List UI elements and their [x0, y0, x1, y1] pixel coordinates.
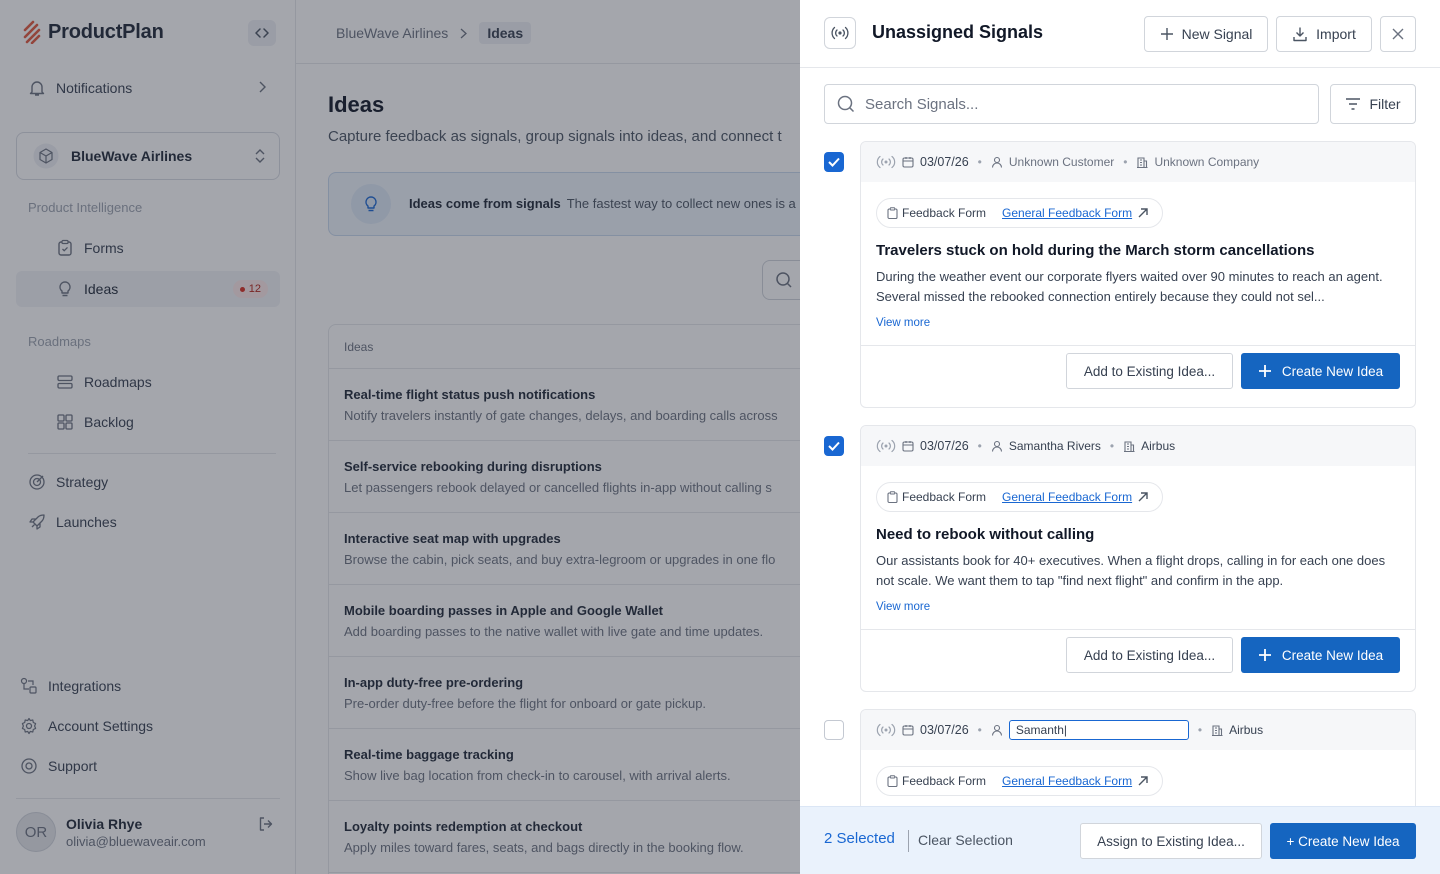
source-pill: Feedback Form General Feedback Form: [876, 482, 1164, 512]
source-link[interactable]: General Feedback Form: [1002, 774, 1132, 788]
signal-checkbox[interactable]: [824, 152, 844, 172]
filter-button[interactable]: Filter: [1330, 84, 1416, 124]
bulk-create-new-idea-button[interactable]: + Create New Idea: [1270, 823, 1416, 859]
drawer-title: Unassigned Signals: [872, 22, 1044, 42]
calendar-icon: [902, 724, 914, 736]
clipboard-icon: [887, 491, 898, 503]
import-label: Import: [1316, 26, 1356, 42]
signal-meta: 03/07/26 • • Airbus: [861, 710, 1415, 750]
external-link-icon[interactable]: [1136, 490, 1150, 504]
signal-meta: 03/07/26 • Samantha Rivers • Airbus: [861, 426, 1415, 466]
meta-separator: •: [1123, 155, 1128, 169]
source-pill: Feedback Form General Feedback Form: [876, 198, 1164, 228]
meta-separator: •: [977, 723, 982, 737]
close-drawer-button[interactable]: [1380, 16, 1416, 52]
clear-selection-button[interactable]: Clear Selection: [918, 832, 1013, 848]
create-new-idea-button[interactable]: Create New Idea: [1241, 637, 1400, 673]
signal-meta: 03/07/26 • Unknown Customer • Unknown Co…: [861, 142, 1415, 182]
signal-card: 03/07/26 • Unknown Customer • Unknown Co…: [860, 141, 1416, 408]
signal-company[interactable]: Airbus: [1229, 723, 1263, 737]
footer-divider: [908, 830, 909, 852]
signal-company[interactable]: Unknown Company: [1154, 155, 1259, 169]
calendar-icon: [902, 440, 914, 452]
plus-icon: [1160, 27, 1174, 41]
meta-separator: •: [1109, 439, 1115, 453]
create-new-idea-button[interactable]: Create New Idea: [1241, 353, 1400, 389]
clipboard-icon: [887, 775, 898, 787]
signals-search-input[interactable]: [865, 95, 1305, 113]
signal-icon: [876, 723, 896, 737]
plus-icon: [1258, 364, 1272, 378]
search-icon: [837, 95, 855, 113]
import-button[interactable]: Import: [1276, 16, 1372, 52]
download-icon: [1292, 26, 1308, 42]
unassigned-signals-drawer: Unassigned Signals New Signal Import Sea…: [800, 0, 1440, 874]
signal-checkbox[interactable]: [824, 720, 844, 740]
view-more-link[interactable]: View more: [876, 317, 1400, 345]
filter-label: Filter: [1369, 96, 1401, 112]
meta-separator: •: [977, 439, 982, 453]
check-icon: [828, 441, 840, 451]
modal-overlay[interactable]: [0, 0, 800, 874]
signal-icon: [824, 17, 856, 49]
building-icon: [1211, 724, 1223, 736]
filter-icon: [1345, 98, 1361, 110]
signal-card: 03/07/26 • Samantha Rivers • Airbus Feed…: [860, 425, 1416, 692]
source-type: Feedback Form: [902, 774, 987, 788]
signal-checkbox[interactable]: [824, 436, 844, 456]
add-to-existing-idea-button[interactable]: Add to Existing Idea...: [1066, 353, 1233, 389]
signal-title: Need to rebook without calling: [876, 526, 1095, 543]
selected-count: 2 Selected: [824, 830, 895, 847]
source-pill: Feedback Form General Feedback Form: [876, 766, 1164, 796]
person-icon: [991, 724, 1003, 736]
source-type: Feedback Form: [902, 490, 987, 504]
plus-icon: [1258, 648, 1272, 662]
signal-date: 03/07/26: [920, 439, 969, 453]
signal-body: Feedback Form General Feedback Form: [861, 750, 1415, 796]
signals-search[interactable]: [824, 84, 1319, 124]
signal-customer[interactable]: Samantha Rivers: [1009, 439, 1101, 453]
signal-actions: Add to Existing Idea... Create New Idea: [861, 345, 1415, 401]
signal-actions: Add to Existing Idea... Create New Idea: [861, 629, 1415, 685]
signal-date: 03/07/26: [920, 155, 969, 169]
selection-footer: 2 Selected Clear Selection Assign to Exi…: [800, 806, 1440, 874]
meta-separator: •: [1197, 723, 1203, 737]
create-new-idea-label: Create New Idea: [1281, 647, 1384, 663]
calendar-icon: [902, 156, 914, 168]
drawer-header: Unassigned Signals New Signal Import: [800, 0, 1440, 68]
create-new-idea-label: Create New Idea: [1281, 363, 1384, 379]
clipboard-icon: [887, 207, 898, 219]
person-icon: [991, 156, 1003, 168]
source-type: Feedback Form: [902, 206, 987, 220]
source-link[interactable]: General Feedback Form: [1002, 490, 1132, 504]
add-to-existing-idea-button[interactable]: Add to Existing Idea...: [1066, 637, 1233, 673]
signal-customer[interactable]: Unknown Customer: [1009, 155, 1114, 169]
signal-title: Travelers stuck on hold during the March…: [876, 242, 1315, 259]
signal-company[interactable]: Airbus: [1141, 439, 1175, 453]
new-signal-label: New Signal: [1181, 26, 1253, 42]
external-link-icon[interactable]: [1136, 206, 1150, 220]
meta-separator: •: [977, 155, 982, 169]
close-icon: [1392, 28, 1404, 40]
person-icon: [991, 440, 1003, 452]
signal-body: Feedback Form General Feedback Form Trav…: [861, 182, 1415, 345]
source-link[interactable]: General Feedback Form: [1002, 206, 1132, 220]
signal-date: 03/07/26: [920, 723, 969, 737]
building-icon: [1123, 440, 1135, 452]
signal-body: Feedback Form General Feedback Form Need…: [861, 466, 1415, 629]
customer-name-input[interactable]: [1008, 720, 1189, 740]
view-more-link[interactable]: View more: [876, 601, 1400, 629]
new-signal-button[interactable]: New Signal: [1144, 16, 1268, 52]
signal-icon: [876, 155, 896, 169]
signal-icon: [876, 439, 896, 453]
signal-description: During the weather event our corporate f…: [876, 269, 1383, 304]
signal-description: Our assistants book for 40+ executives. …: [876, 553, 1386, 588]
check-icon: [828, 157, 840, 167]
assign-to-existing-idea-button[interactable]: Assign to Existing Idea...: [1080, 823, 1262, 859]
external-link-icon[interactable]: [1136, 774, 1150, 788]
building-icon: [1136, 156, 1148, 168]
